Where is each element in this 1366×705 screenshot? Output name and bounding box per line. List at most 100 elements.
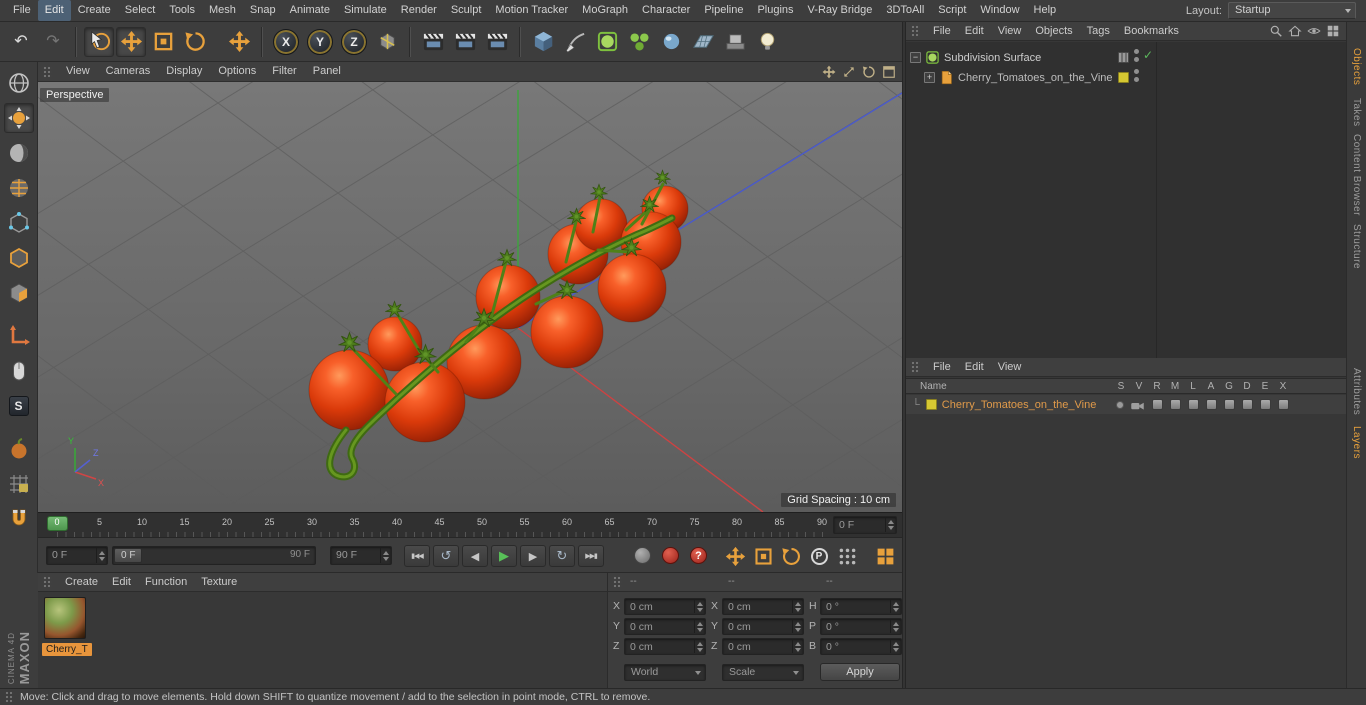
texture-mode-button[interactable] [4, 138, 34, 168]
polygons-mode-button[interactable] [4, 278, 34, 308]
column-header[interactable]: X [1276, 381, 1290, 392]
object-axis-button[interactable] [4, 356, 34, 386]
key-rotation-button[interactable] [778, 544, 804, 568]
timeline-window-button[interactable] [872, 544, 898, 568]
drag-handle-icon[interactable] [613, 576, 622, 588]
column-header[interactable]: R [1150, 381, 1164, 392]
key-position-button[interactable] [722, 544, 748, 568]
help-button[interactable]: ? [690, 547, 707, 564]
spinner[interactable] [96, 548, 106, 563]
om-menu-file[interactable]: File [926, 22, 958, 40]
menu-item-help[interactable]: Help [1027, 0, 1064, 21]
menu-item-script[interactable]: Script [931, 0, 973, 21]
previous-key-button[interactable]: ↺ [433, 545, 459, 567]
material-menu-edit[interactable]: Edit [105, 573, 138, 591]
scene-menu-view[interactable]: View [991, 358, 1029, 376]
viewport-menu-options[interactable]: Options [210, 62, 264, 81]
menu-item-mograph[interactable]: MoGraph [575, 0, 635, 21]
column-header[interactable]: V [1132, 381, 1146, 392]
rot-b-field[interactable]: 0 ° [820, 638, 902, 655]
om-menu-tags[interactable]: Tags [1080, 22, 1117, 40]
render-settings-button[interactable] [482, 27, 512, 57]
material-menu-create[interactable]: Create [58, 573, 105, 591]
workplane-mode-button[interactable] [4, 173, 34, 203]
snap-settings-button[interactable]: S [4, 391, 34, 421]
menu-item-mesh[interactable]: Mesh [202, 0, 243, 21]
menu-item-render[interactable]: Render [394, 0, 444, 21]
toggle-icon[interactable] [1224, 399, 1235, 410]
edges-mode-button[interactable] [4, 243, 34, 273]
column-header[interactable]: G [1222, 381, 1236, 392]
om-menu-view[interactable]: View [991, 22, 1029, 40]
field-generator-button[interactable] [688, 27, 718, 57]
om-menu-edit[interactable]: Edit [958, 22, 991, 40]
menu-item-edit[interactable]: Edit [37, 0, 71, 21]
lock-x-axis-button[interactable]: X [273, 28, 299, 55]
drag-handle-icon[interactable] [911, 361, 920, 373]
size-z-field[interactable]: 0 cm [722, 638, 804, 655]
panel-grid-icon[interactable] [1326, 24, 1340, 38]
object-name[interactable]: Subdivision Surface [944, 52, 1041, 64]
menu-item-snap[interactable]: Snap [243, 0, 283, 21]
column-header[interactable]: D [1240, 381, 1254, 392]
goto-end-button[interactable]: ▶▶▮ [578, 545, 604, 567]
floor-button[interactable] [720, 27, 750, 57]
lock-y-axis-button[interactable]: Y [307, 28, 333, 55]
menu-item-plugins[interactable]: Plugins [750, 0, 800, 21]
size-header[interactable]: -- [728, 576, 735, 587]
tab-objects[interactable]: Objects [1351, 48, 1362, 85]
visibility-dots-icon[interactable] [1134, 69, 1139, 85]
scene-menu-file[interactable]: File [926, 358, 958, 376]
pos-x-field[interactable]: 0 cm [624, 598, 706, 615]
apply-button[interactable]: Apply [820, 663, 900, 681]
menu-item-motion-tracker[interactable]: Motion Tracker [488, 0, 575, 21]
toggle-icon[interactable] [1170, 399, 1181, 410]
points-mode-button[interactable] [4, 208, 34, 238]
menu-item-file[interactable]: File [6, 0, 38, 21]
drag-handle-icon[interactable] [5, 691, 14, 703]
menu-item-character[interactable]: Character [635, 0, 697, 21]
viewport-menu-display[interactable]: Display [158, 62, 210, 81]
model-mode-button[interactable] [3, 103, 34, 133]
toggle-icon[interactable] [1242, 399, 1253, 410]
column-header[interactable]: S [1114, 381, 1128, 392]
next-key-button[interactable]: ↻ [549, 545, 575, 567]
size-x-field[interactable]: 0 cm [722, 598, 804, 615]
coordinate-space-dropdown[interactable]: World [624, 664, 706, 681]
menu-item-pipeline[interactable]: Pipeline [697, 0, 750, 21]
array-generator-button[interactable] [624, 27, 654, 57]
transform-mode-dropdown[interactable]: Scale [722, 664, 804, 681]
search-icon[interactable] [1269, 24, 1283, 38]
material-menu-function[interactable]: Function [138, 573, 194, 591]
lock-z-axis-button[interactable]: Z [341, 28, 367, 55]
column-header[interactable]: A [1204, 381, 1218, 392]
drag-handle-icon[interactable] [43, 576, 52, 588]
key-scale-button[interactable] [750, 544, 776, 568]
menu-item-sculpt[interactable]: Sculpt [444, 0, 489, 21]
eye-icon[interactable] [1307, 24, 1321, 38]
tab-takes[interactable]: Takes [1351, 98, 1362, 127]
menu-item-vray-bridge[interactable]: V-Ray Bridge [801, 0, 880, 21]
menu-item-tools[interactable]: Tools [162, 0, 202, 21]
object-name[interactable]: Cherry_Tomatoes_on_the_Vine [958, 72, 1113, 84]
timeline-ruler[interactable]: 0 5 10 15 20 25 30 35 40 45 50 55 60 65 … [38, 512, 902, 538]
rot-p-field[interactable]: 0 ° [820, 618, 902, 635]
column-header[interactable]: E [1258, 381, 1272, 392]
viewport[interactable]: Y X Z Perspective Grid Spacing : 10 cm [38, 82, 902, 512]
render-picture-viewer-button[interactable] [450, 27, 480, 57]
rotate-view-button[interactable] [861, 64, 877, 80]
preview-range-slider[interactable]: 0 F 90 F [112, 546, 316, 565]
light-button[interactable] [752, 27, 782, 57]
phong-tag-icon[interactable] [1118, 52, 1129, 63]
expander-icon[interactable]: + [924, 72, 935, 83]
layout-dropdown[interactable]: Startup [1228, 2, 1356, 19]
drag-handle-icon[interactable] [43, 65, 52, 78]
toggle-icon[interactable] [1188, 399, 1199, 410]
keying-selection-button[interactable] [834, 544, 860, 568]
goto-start-button[interactable]: ▮◀◀ [404, 545, 430, 567]
om-menu-bookmarks[interactable]: Bookmarks [1117, 22, 1186, 40]
viewport-menu-filter[interactable]: Filter [264, 62, 304, 81]
state-dot-icon[interactable] [1116, 401, 1124, 409]
scene-object-name[interactable]: Cherry_Tomatoes_on_the_Vine [942, 399, 1097, 411]
camera-toggle-icon[interactable] [1130, 398, 1145, 413]
